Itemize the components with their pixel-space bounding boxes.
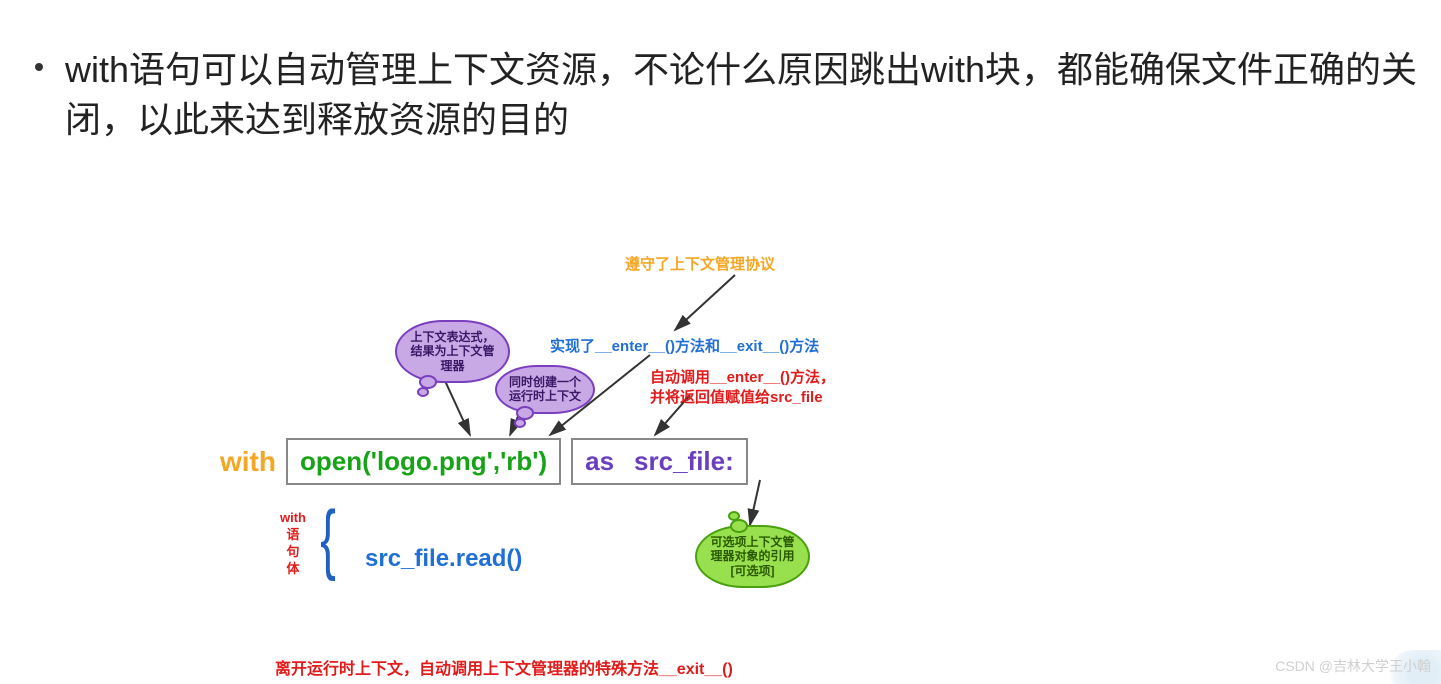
- label-auto-call: 自动调用__enter__()方法， 并将返回值赋值给src_file: [650, 368, 835, 407]
- keyword-as: as: [585, 446, 614, 477]
- cloud-runtime-context: 同时创建一个 运行时上下文: [495, 365, 595, 414]
- watermark: CSDN @吉林大学王小翰: [1275, 656, 1431, 676]
- code-line: with open('logo.png','rb') as src_file:: [220, 438, 748, 485]
- label-exit-call: 离开运行时上下文，自动调用上下文管理器的特殊方法__exit__(): [275, 655, 733, 679]
- box-open-call: open('logo.png','rb'): [286, 438, 561, 485]
- auto-call-line2: 并将返回值赋值给src_file: [650, 389, 823, 406]
- cloud-optional-ref: 可选项上下文管 理器对象的引用 [可选项]: [695, 525, 810, 588]
- var-srcfile: src_file:: [634, 446, 734, 477]
- heading-text: with语句可以自动管理上下文资源，不论什么原因跳出with块，都能确保文件正确…: [65, 45, 1435, 146]
- bullet-icon: [35, 63, 43, 71]
- label-enter-exit: 实现了__enter__()方法和__exit__()方法: [550, 335, 819, 356]
- code-open: open('logo.png','rb'): [300, 446, 547, 477]
- box-as-target: as src_file:: [571, 438, 748, 485]
- label-protocol: 遵守了上下文管理协议: [625, 253, 775, 274]
- with-diagram: 遵守了上下文管理协议 实现了__enter__()方法和__exit__()方法…: [220, 250, 1220, 680]
- code-body: src_file.read(): [365, 545, 522, 573]
- keyword-with: with: [220, 446, 276, 478]
- cloud-context-expr: 上下文表达式， 结果为上下文管 理器: [395, 320, 510, 383]
- auto-call-line1: 自动调用__enter__()方法，: [650, 369, 835, 386]
- heading-content: with语句可以自动管理上下文资源，不论什么原因跳出with块，都能确保文件正确…: [65, 49, 1417, 140]
- brace-label: with 语 句 体: [280, 510, 306, 578]
- curly-brace-icon: {: [320, 493, 336, 584]
